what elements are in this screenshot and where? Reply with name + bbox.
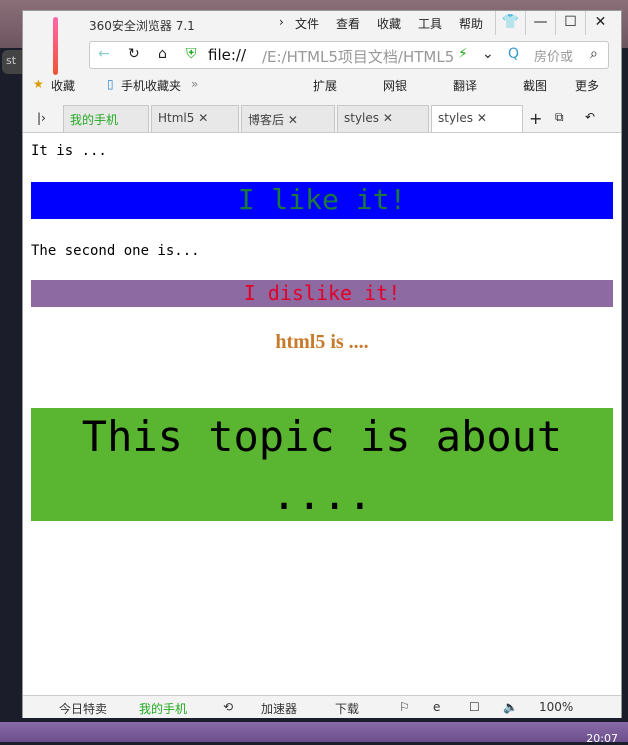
address-bar[interactable]: ← ↻ ⌂ ⛨ file:// /E:/HTML5项目文档/HTML5 ⚡ ⌄ … [89, 41, 609, 69]
ie-icon[interactable]: e [433, 700, 440, 714]
page-content: It is ... I like it! The second one is..… [23, 132, 621, 695]
search-engine-icon[interactable]: Q [508, 46, 519, 62]
html5-heading: html5 is .... [275, 331, 369, 353]
like-box: I like it! [31, 182, 613, 219]
tab-styles-1[interactable]: styles ✕ [337, 105, 429, 133]
tab-label: styles [344, 111, 380, 125]
phone-icon: ▯ [107, 77, 114, 91]
menu-tools[interactable]: 工具 [418, 15, 442, 32]
bank-button[interactable]: 网银 [383, 77, 407, 94]
more-button[interactable]: 更多 [575, 77, 599, 94]
menu-file[interactable]: 文件 [295, 15, 319, 32]
flag-icon[interactable]: ⚐ [399, 700, 410, 714]
tab-label: 我的手机 [70, 113, 119, 127]
home-icon[interactable]: ⌂ [158, 46, 167, 62]
tab-strip: |› 我的手机 Html5 ✕ 博客后 ✕ styles ✕ styles ✕ … [23, 105, 623, 133]
history-icon[interactable]: ⟲ [223, 700, 233, 714]
window-icon[interactable]: ☐ [469, 700, 480, 714]
minimize-button[interactable]: — [525, 11, 555, 35]
tab-label: Html5 [158, 111, 195, 125]
tab-my-phone[interactable]: 我的手机 [63, 105, 149, 133]
accelerator-button[interactable]: 加速器 [261, 700, 297, 717]
window-title: 360安全浏览器 7.1 [89, 19, 195, 33]
daily-deals-button[interactable]: 今日特卖 [59, 700, 107, 717]
shield-icon: ⛨ [186, 46, 197, 62]
tab-html5[interactable]: Html5 ✕ [151, 105, 239, 133]
download-button[interactable]: 下载 [335, 700, 359, 717]
browser-window: 360安全浏览器 7.1 › 文件 查看 收藏 工具 帮助 👕 — ☐ ✕ ← … [22, 10, 622, 718]
tab-label: styles [438, 111, 474, 125]
menu-view[interactable]: 查看 [336, 15, 360, 32]
back-icon[interactable]: ← [98, 46, 110, 62]
search-input[interactable]: 房价或 [534, 46, 573, 65]
my-phone-button[interactable]: 我的手机 [139, 700, 187, 717]
star-icon: ★ [33, 77, 44, 91]
line-it-is: It is ... [31, 143, 107, 159]
desktop-tab[interactable]: st [2, 50, 24, 74]
menu-favorites[interactable]: 收藏 [377, 15, 401, 32]
search-icon[interactable]: ⌕ [590, 46, 598, 62]
refresh-icon[interactable]: ↻ [128, 46, 140, 62]
more-chevron-icon[interactable]: » [191, 77, 198, 91]
menu-chevron-icon[interactable]: › [279, 15, 284, 29]
menu-help[interactable]: 帮助 [459, 15, 483, 32]
taskbar: 20:07 [0, 722, 628, 745]
translate-button[interactable]: 翻译 [453, 77, 477, 94]
bookmark-favorites[interactable]: 收藏 [51, 77, 75, 94]
line-second: The second one is... [31, 243, 200, 259]
tab-styles-2[interactable]: styles ✕ [431, 105, 523, 133]
tab-list-icon[interactable]: ⧉ [555, 110, 564, 125]
tab-blog[interactable]: 博客后 ✕ [241, 105, 335, 133]
url-path[interactable]: /E:/HTML5项目文档/HTML5 [262, 46, 458, 67]
browser-logo [53, 17, 58, 75]
status-bar: 今日特卖 我的手机 ⟲ 加速器 下载 ⚐ e ☐ 🔈 100% [23, 695, 621, 718]
lightning-icon[interactable]: ⚡ [458, 46, 468, 62]
bookmark-mobile[interactable]: 手机收藏夹 [121, 77, 181, 94]
tab-label: 博客后 [248, 113, 285, 127]
clock: 20:07 [586, 732, 618, 745]
close-button[interactable]: ✕ [585, 11, 615, 35]
skin-icon[interactable]: 👕 [495, 11, 525, 35]
sidebar-toggle-icon[interactable]: |› [37, 111, 46, 125]
url-scheme[interactable]: file:// [208, 46, 246, 64]
zoom-level[interactable]: 100% [539, 700, 573, 714]
dislike-box: I dislike it! [31, 280, 613, 307]
new-tab-icon[interactable]: + [529, 109, 542, 128]
dropdown-icon[interactable]: ⌄ [482, 46, 494, 62]
extensions-button[interactable]: 扩展 [313, 77, 337, 94]
maximize-button[interactable]: ☐ [555, 11, 585, 35]
screenshot-button[interactable]: 截图 [523, 77, 547, 94]
topic-box: This topic is about .... [31, 408, 613, 521]
undo-close-icon[interactable]: ↶ [585, 110, 595, 124]
sound-icon[interactable]: 🔈 [503, 700, 518, 714]
